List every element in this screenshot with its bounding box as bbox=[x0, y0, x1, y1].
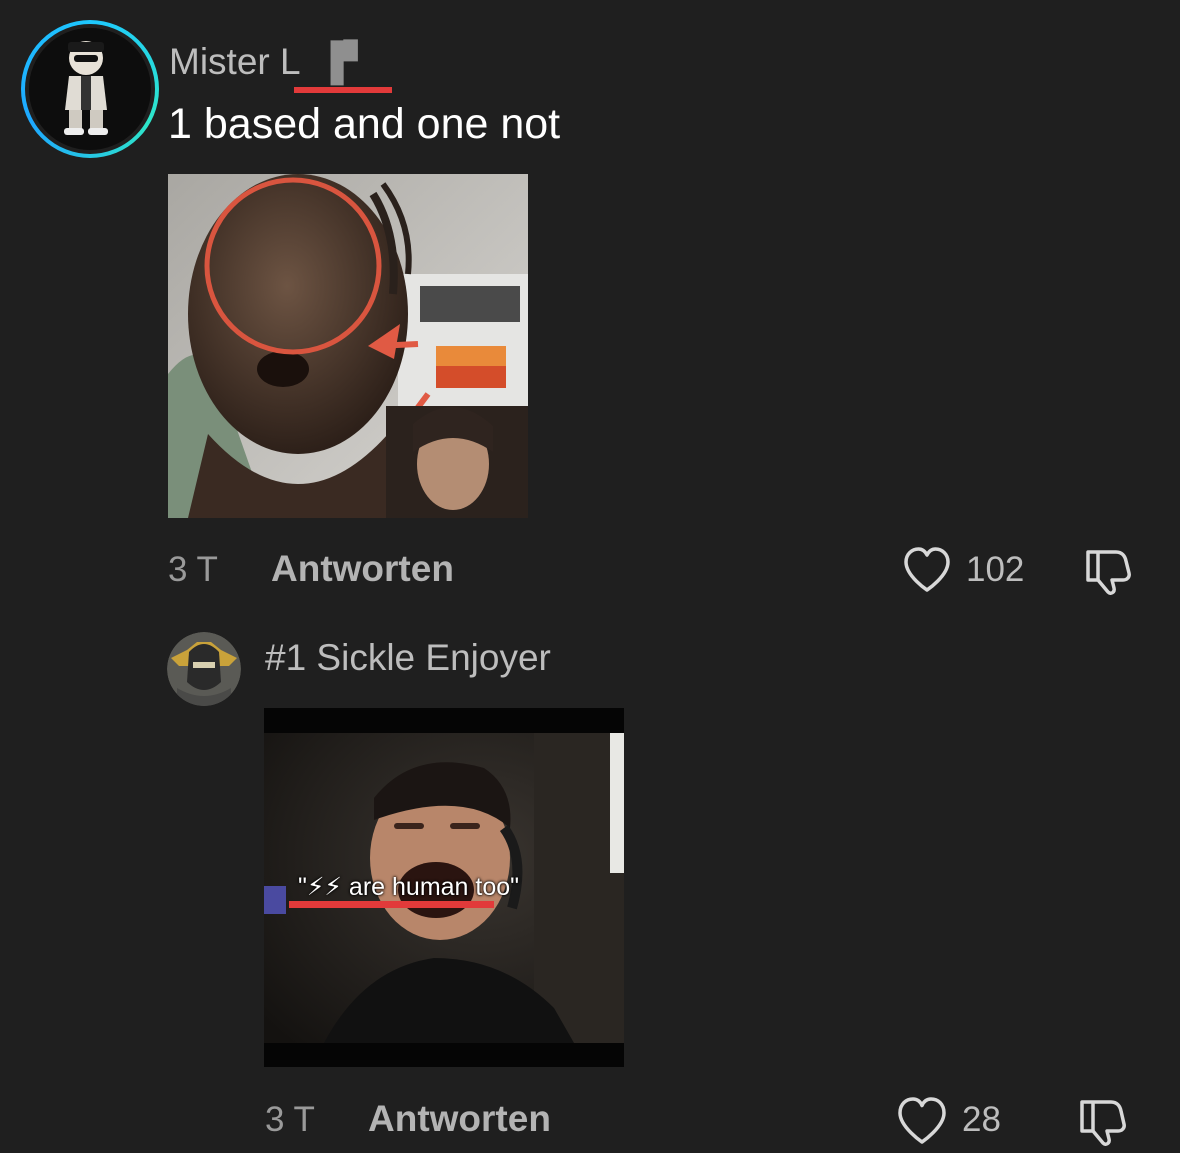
user-avatar[interactable] bbox=[21, 20, 159, 158]
comment-username[interactable]: Mister L ▐▘ bbox=[169, 40, 372, 83]
dislike-icon[interactable] bbox=[1082, 544, 1134, 596]
comment-image[interactable]: "⚡⚡ are human too" bbox=[264, 708, 624, 1067]
comment-text: 1 based and one not bbox=[168, 100, 561, 148]
heart-icon[interactable] bbox=[896, 1096, 948, 1146]
underline-annotation bbox=[294, 87, 392, 93]
media-caption: "⚡⚡ are human too" bbox=[298, 873, 520, 901]
like-count: 28 bbox=[962, 1100, 1001, 1139]
comment-time: 3 T bbox=[265, 1100, 315, 1139]
avatar-figure-icon bbox=[29, 28, 143, 142]
user-avatar[interactable] bbox=[167, 632, 241, 706]
username-badge: ▐▘ bbox=[317, 41, 373, 82]
comment-2: #1 Sickle Enjoyer "⚡⚡ are human too" 3 T… bbox=[0, 610, 1180, 1152]
dislike-icon[interactable] bbox=[1076, 1094, 1130, 1148]
meme-image-icon bbox=[168, 174, 528, 518]
reply-button[interactable]: Antworten bbox=[271, 548, 454, 590]
reply-button[interactable]: Antworten bbox=[368, 1098, 551, 1140]
comment-time: 3 T bbox=[168, 550, 218, 589]
username-text: Mister L bbox=[169, 41, 300, 82]
avatar-knight-icon bbox=[167, 632, 241, 706]
like-count: 102 bbox=[966, 550, 1025, 589]
comment-image[interactable] bbox=[168, 174, 528, 518]
heart-icon[interactable] bbox=[902, 546, 952, 594]
comment-username[interactable]: #1 Sickle Enjoyer bbox=[265, 637, 551, 679]
comment-1: Mister L ▐▘ 1 based and one not 3 T Antw… bbox=[0, 0, 1180, 610]
